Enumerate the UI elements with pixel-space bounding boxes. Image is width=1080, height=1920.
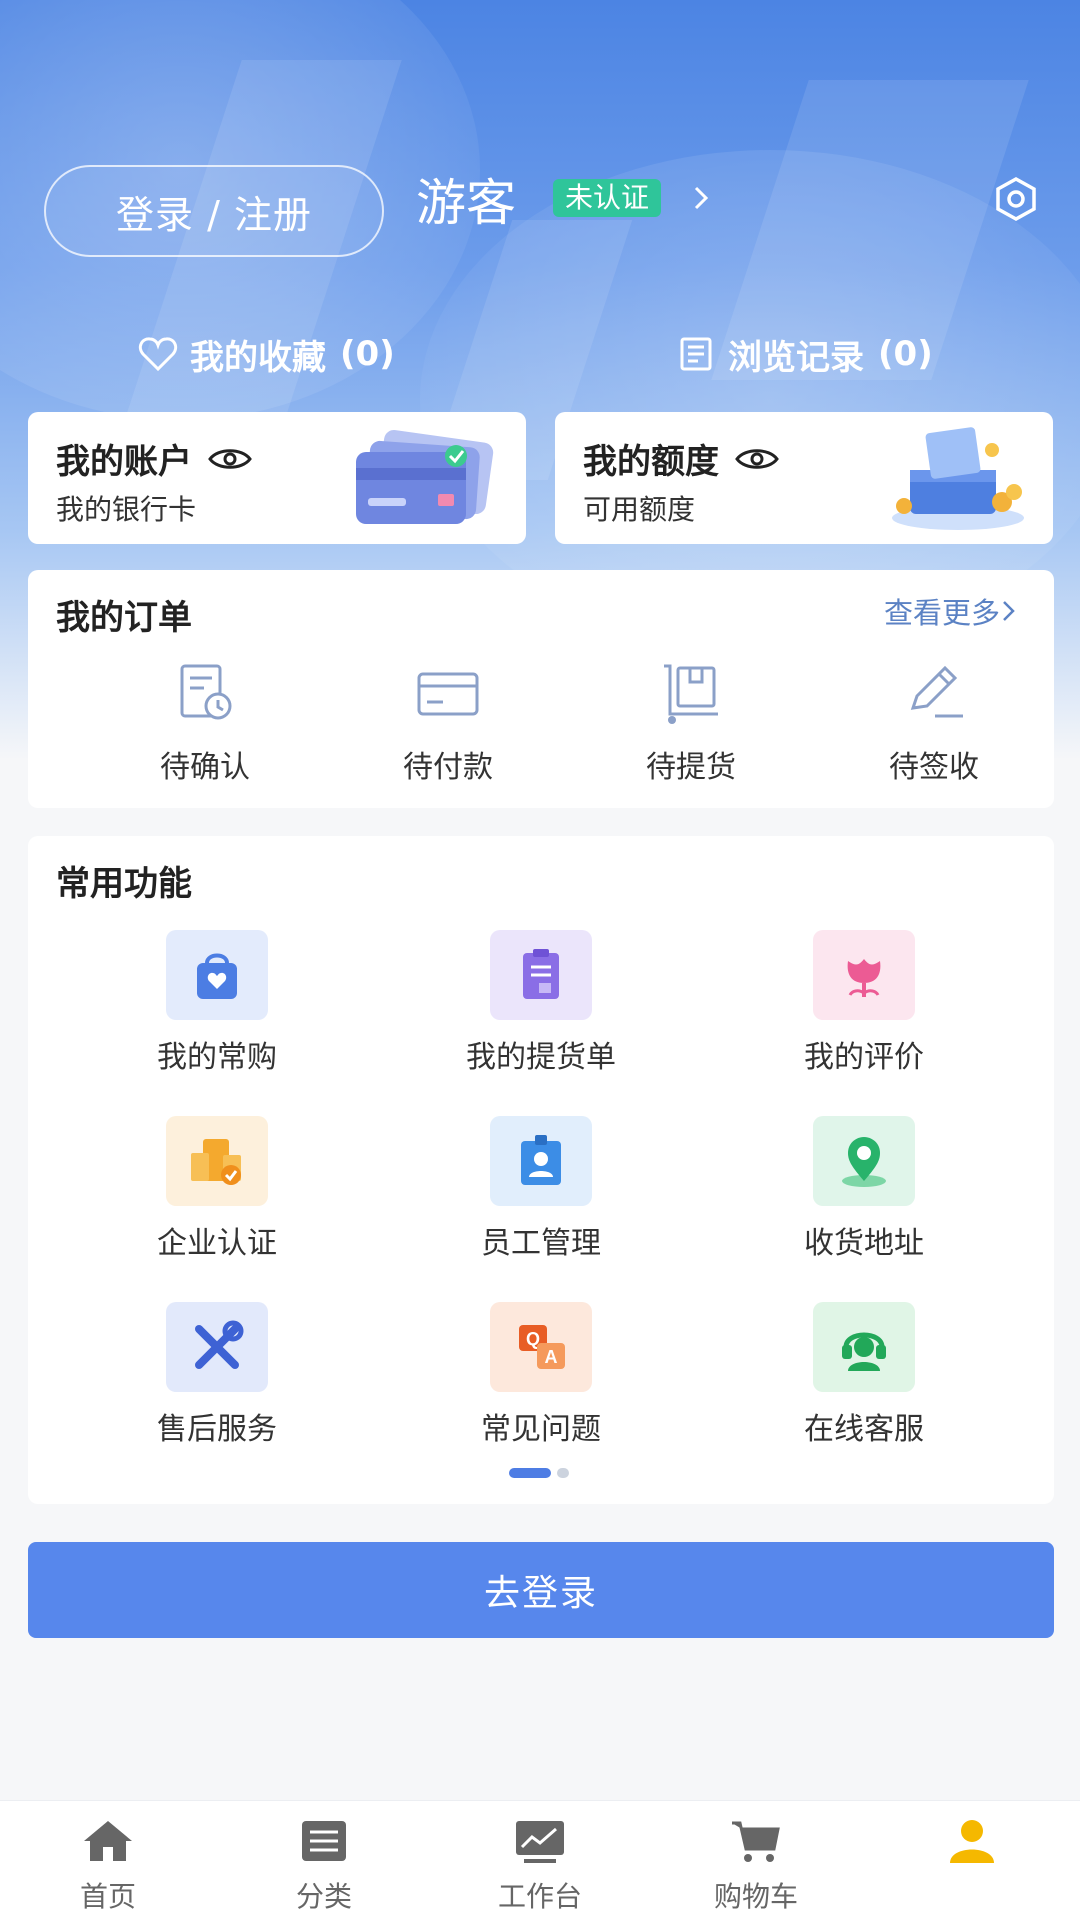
treasure-box-illustration xyxy=(892,427,1024,530)
account-title: 我的账户 xyxy=(56,442,192,482)
func-label: 企业认证 xyxy=(157,1226,277,1261)
func-label: 我的常购 xyxy=(157,1040,277,1075)
credit-subtitle: 可用额度 xyxy=(583,493,696,526)
tab-label: 购物车 xyxy=(713,1880,798,1913)
card-icon xyxy=(417,672,479,716)
order-pending-pickup[interactable]: 待提货 xyxy=(591,658,791,786)
func-pickup-orders[interactable]: 我的提货单 xyxy=(421,930,661,1076)
flower-icon xyxy=(847,959,881,997)
func-staff-management[interactable]: 员工管理 xyxy=(421,1116,661,1262)
func-label: 我的提货单 xyxy=(466,1040,616,1075)
chart-icon xyxy=(516,1821,564,1863)
id-badge-icon xyxy=(521,1135,561,1185)
favorites-label: 我的收藏 xyxy=(190,337,326,378)
bottom-tab-bar: 首页 分类 工作台 购物车 xyxy=(0,1800,1080,1920)
func-enterprise-cert[interactable]: 企业认证 xyxy=(97,1116,337,1262)
history-label: 浏览记录 xyxy=(728,337,864,378)
settings-icon[interactable] xyxy=(992,175,1040,223)
auth-status-badge[interactable]: 未认证 xyxy=(553,179,662,217)
qa-icon: Q A xyxy=(519,1325,565,1369)
eye-icon[interactable] xyxy=(208,446,252,472)
receipt-clock-icon xyxy=(180,664,232,720)
tab-label: 首页 xyxy=(79,1880,136,1913)
heart-icon xyxy=(138,337,178,372)
page-indicator xyxy=(509,1468,569,1478)
order-label: 待付款 xyxy=(403,750,493,785)
enterprise-icon xyxy=(191,1139,241,1185)
func-label: 常见问题 xyxy=(481,1412,601,1447)
func-label: 收货地址 xyxy=(804,1226,924,1261)
cart-icon xyxy=(732,1821,780,1862)
history-count: (0) xyxy=(878,334,933,374)
shopping-bag-icon xyxy=(197,953,237,999)
eye-icon[interactable] xyxy=(735,446,779,472)
history-link[interactable]: 浏览记录 (0) xyxy=(676,328,933,380)
tab-workbench[interactable]: 工作台 xyxy=(450,1817,630,1915)
login-register-button[interactable]: 登录 / 注册 xyxy=(44,165,384,257)
home-icon xyxy=(84,1821,132,1861)
my-page: 登录 / 注册 游客 未认证 我的收藏 (0) 浏览记录 (0) 我的账户 我的… xyxy=(0,0,1080,1920)
location-pin-icon xyxy=(842,1137,886,1187)
func-online-service[interactable]: 在线客服 xyxy=(744,1302,984,1448)
order-pending-confirm[interactable]: 待确认 xyxy=(105,658,305,786)
orders-title: 我的订单 xyxy=(56,598,192,638)
headset-icon xyxy=(842,1332,886,1371)
func-frequent-purchase[interactable]: 我的常购 xyxy=(97,930,337,1076)
func-label: 员工管理 xyxy=(481,1226,601,1261)
common-functions-card: 常用功能 我的常购 我的提货单 我的评价 企业认证 员工管理 收货地址 售后服务… xyxy=(28,836,1054,1504)
clipboard-icon xyxy=(523,949,559,999)
page-dot xyxy=(557,1468,569,1478)
functions-title: 常用功能 xyxy=(56,864,192,904)
tools-icon xyxy=(195,1320,244,1369)
user-name: 游客 xyxy=(416,174,516,232)
page-dot-active xyxy=(509,1468,551,1478)
func-label: 我的评价 xyxy=(804,1040,924,1075)
order-pending-sign[interactable]: 待签收 xyxy=(834,658,1034,786)
bank-cards-illustration xyxy=(356,429,494,524)
func-my-reviews[interactable]: 我的评价 xyxy=(744,930,984,1076)
go-login-button[interactable]: 去登录 xyxy=(28,1542,1054,1638)
chevron-right-icon xyxy=(1003,601,1015,621)
favorites-link[interactable]: 我的收藏 (0) xyxy=(138,328,395,380)
svg-text:A: A xyxy=(545,1347,558,1367)
history-list-icon xyxy=(680,337,712,371)
tab-label: 工作台 xyxy=(497,1880,582,1913)
my-orders-card: 我的订单 查看更多 待确认 待付款 待提货 待签收 xyxy=(28,570,1054,808)
tab-category[interactable]: 分类 xyxy=(234,1817,414,1915)
see-more-label: 查看更多 xyxy=(883,596,1000,630)
order-label: 待签收 xyxy=(889,750,979,785)
tab-mine[interactable] xyxy=(882,1817,1062,1875)
order-label: 待提货 xyxy=(646,750,736,785)
my-credit-card[interactable]: 我的额度 可用额度 xyxy=(555,412,1053,544)
pen-sign-icon xyxy=(910,665,963,718)
order-pending-payment[interactable]: 待付款 xyxy=(348,658,548,786)
my-account-card[interactable]: 我的账户 我的银行卡 xyxy=(28,412,526,544)
box-cart-icon xyxy=(664,664,718,724)
tab-home[interactable]: 首页 xyxy=(18,1817,198,1915)
list-icon xyxy=(302,1821,346,1861)
tab-cart[interactable]: 购物车 xyxy=(666,1817,846,1915)
user-icon xyxy=(950,1820,994,1863)
func-label: 在线客服 xyxy=(804,1412,924,1447)
func-after-sales[interactable]: 售后服务 xyxy=(97,1302,337,1448)
func-shipping-address[interactable]: 收货地址 xyxy=(744,1116,984,1262)
order-label: 待确认 xyxy=(160,750,250,785)
account-subtitle: 我的银行卡 xyxy=(56,493,197,526)
chevron-right-icon[interactable] xyxy=(690,180,714,216)
tab-label: 分类 xyxy=(295,1880,352,1913)
credit-title: 我的额度 xyxy=(583,442,719,482)
func-label: 售后服务 xyxy=(157,1412,277,1447)
func-faq[interactable]: Q A 常见问题 xyxy=(421,1302,661,1448)
favorites-count: (0) xyxy=(340,334,395,374)
see-more-link[interactable]: 查看更多 xyxy=(884,590,1018,632)
